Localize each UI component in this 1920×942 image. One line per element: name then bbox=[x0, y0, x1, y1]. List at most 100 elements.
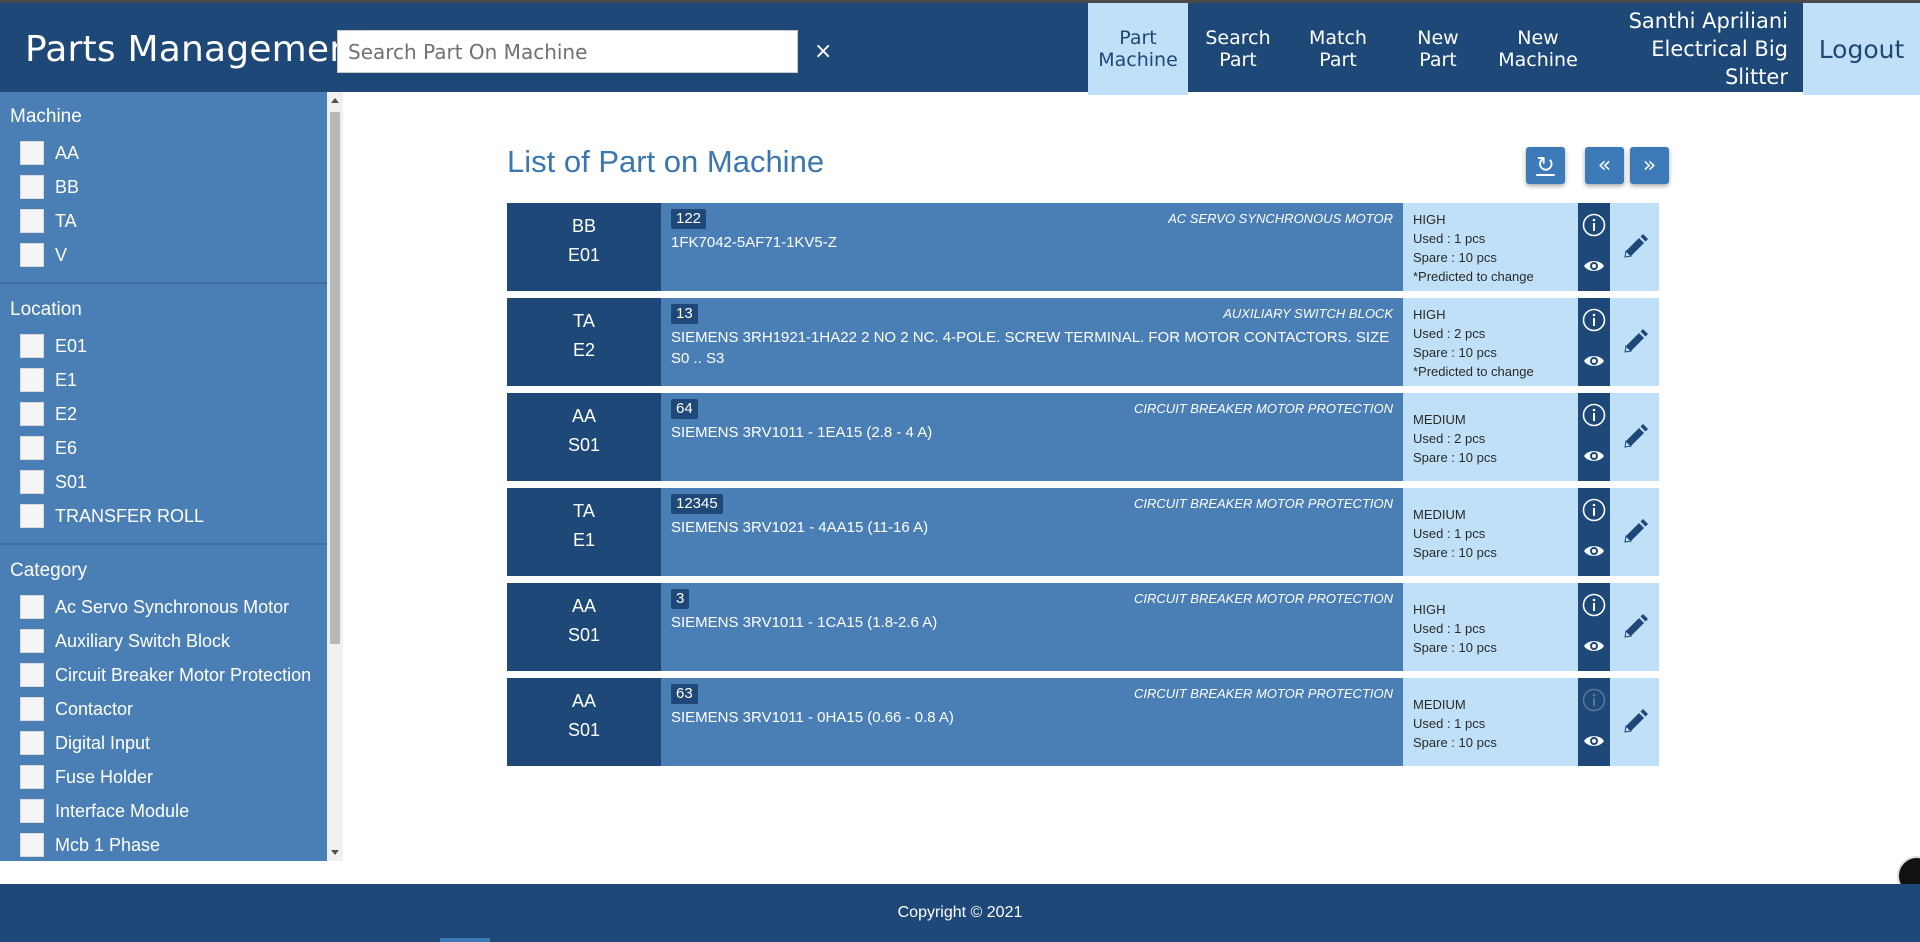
nav-match-part[interactable]: Match Part bbox=[1288, 3, 1388, 95]
part-status-cell: MEDIUM Used : 1 pcs Spare : 10 pcs bbox=[1403, 488, 1578, 576]
filter-category-fuse-holder[interactable]: Fuse Holder bbox=[20, 764, 153, 790]
checkbox[interactable] bbox=[20, 629, 44, 653]
edit-cell[interactable] bbox=[1610, 298, 1659, 386]
eye-icon[interactable] bbox=[1583, 638, 1605, 654]
part-row: AA S01 3 CIRCUIT BREAKER MOTOR PROTECTION… bbox=[507, 583, 1659, 671]
edit-cell[interactable] bbox=[1610, 678, 1659, 766]
eye-icon[interactable] bbox=[1583, 733, 1605, 749]
quantity-badge: 12345 bbox=[671, 494, 723, 514]
priority-label: HIGH bbox=[1413, 212, 1446, 227]
nav-new-machine[interactable]: New Machine bbox=[1488, 3, 1588, 95]
filter-location-e1[interactable]: E1 bbox=[20, 367, 77, 393]
info-icon[interactable] bbox=[1582, 308, 1606, 332]
filter-category-aux-switch[interactable]: Auxiliary Switch Block bbox=[20, 628, 230, 654]
filter-machine-ta[interactable]: TA bbox=[20, 208, 77, 234]
spare-count: Spare : 10 pcs bbox=[1413, 250, 1497, 265]
eye-icon[interactable] bbox=[1583, 353, 1605, 369]
checkbox[interactable] bbox=[20, 663, 44, 687]
pencil-icon[interactable] bbox=[1621, 233, 1649, 261]
checkbox[interactable] bbox=[20, 209, 44, 233]
checkbox[interactable] bbox=[20, 334, 44, 358]
info-icon[interactable] bbox=[1582, 593, 1606, 617]
edit-cell[interactable] bbox=[1610, 583, 1659, 671]
info-icon[interactable] bbox=[1582, 498, 1606, 522]
filter-machine-bb[interactable]: BB bbox=[20, 174, 79, 200]
checkbox[interactable] bbox=[20, 243, 44, 267]
info-icon[interactable] bbox=[1582, 213, 1606, 237]
checkbox[interactable] bbox=[20, 436, 44, 460]
part-description-cell: 63 CIRCUIT BREAKER MOTOR PROTECTION SIEM… bbox=[661, 678, 1403, 766]
filter-location-e2[interactable]: E2 bbox=[20, 401, 77, 427]
part-category: AC SERVO SYNCHRONOUS MOTOR bbox=[1168, 211, 1393, 226]
machine-code: TA bbox=[573, 501, 595, 521]
scrollbar-thumb[interactable] bbox=[330, 112, 340, 644]
checkbox[interactable] bbox=[20, 833, 44, 857]
nav-search-part[interactable]: Search Part bbox=[1188, 3, 1288, 95]
logout-button[interactable]: Logout bbox=[1803, 3, 1920, 95]
filter-location-e6[interactable]: E6 bbox=[20, 435, 77, 461]
checkbox[interactable] bbox=[20, 504, 44, 528]
checkbox[interactable] bbox=[20, 470, 44, 494]
filter-location-transfer-roll[interactable]: TRANSFER ROLL bbox=[20, 503, 204, 529]
checkbox[interactable] bbox=[20, 175, 44, 199]
filter-category-interface-module[interactable]: Interface Module bbox=[20, 798, 189, 824]
nav-new-part[interactable]: New Part bbox=[1388, 3, 1488, 95]
edit-cell[interactable] bbox=[1610, 488, 1659, 576]
user-info: Santhi Apriliani Electrical Big Slitter bbox=[1593, 3, 1788, 95]
scroll-down-arrow-icon[interactable] bbox=[331, 850, 339, 855]
clear-search-button[interactable]: × bbox=[814, 39, 832, 65]
eye-icon[interactable] bbox=[1583, 543, 1605, 559]
pencil-icon[interactable] bbox=[1621, 328, 1649, 356]
pencil-icon[interactable] bbox=[1621, 613, 1649, 641]
nav-part-machine[interactable]: Part Machine bbox=[1088, 3, 1188, 95]
machine-code: AA bbox=[571, 596, 596, 616]
nav-label: Machine bbox=[1498, 49, 1578, 71]
checkbox[interactable] bbox=[20, 799, 44, 823]
filter-machine-v[interactable]: V bbox=[20, 242, 67, 268]
quantity-badge: 64 bbox=[671, 399, 698, 419]
previous-page-button[interactable]: « bbox=[1585, 147, 1624, 184]
eye-icon[interactable] bbox=[1583, 448, 1605, 464]
part-name: 1FK7042-5AF71-1KV5-Z bbox=[671, 234, 837, 251]
location-code: E01 bbox=[567, 245, 601, 265]
checkbox[interactable] bbox=[20, 697, 44, 721]
filter-category-digital-input[interactable]: Digital Input bbox=[20, 730, 150, 756]
edit-cell[interactable] bbox=[1610, 203, 1659, 291]
part-category: CIRCUIT BREAKER MOTOR PROTECTION bbox=[1133, 686, 1393, 701]
filter-category-ac-servo[interactable]: Ac Servo Synchronous Motor bbox=[20, 594, 289, 620]
part-row: TA E1 12345 CIRCUIT BREAKER MOTOR PROTECT… bbox=[507, 488, 1659, 576]
checkbox[interactable] bbox=[20, 595, 44, 619]
footer: Copyright © 2021 bbox=[0, 884, 1920, 942]
next-page-button[interactable]: » bbox=[1630, 147, 1669, 184]
sidebar-scrollbar[interactable] bbox=[327, 92, 343, 861]
checkbox[interactable] bbox=[20, 731, 44, 755]
pencil-icon[interactable] bbox=[1621, 518, 1649, 546]
filter-category-contactor[interactable]: Contactor bbox=[20, 696, 133, 722]
info-icon[interactable] bbox=[1582, 403, 1606, 427]
filter-label: AA bbox=[55, 142, 80, 163]
category-filter-title: Category bbox=[10, 560, 88, 581]
filter-location-e01[interactable]: E01 bbox=[20, 333, 87, 359]
filter-location-s01[interactable]: S01 bbox=[20, 469, 87, 495]
checkbox[interactable] bbox=[20, 765, 44, 789]
eye-icon[interactable] bbox=[1583, 258, 1605, 274]
location-code: E1 bbox=[572, 530, 596, 550]
checkbox[interactable] bbox=[20, 368, 44, 392]
search-input[interactable] bbox=[337, 30, 798, 73]
action-icons-cell bbox=[1578, 678, 1610, 766]
filter-category-circuit-breaker[interactable]: Circuit Breaker Motor Protection bbox=[20, 662, 311, 688]
filter-category-mcb-1-phase[interactable]: Mcb 1 Phase bbox=[20, 832, 160, 858]
machine-cell: TA E1 bbox=[507, 488, 661, 576]
pencil-icon[interactable] bbox=[1621, 423, 1649, 451]
filter-machine-aa[interactable]: AA bbox=[20, 140, 79, 166]
double-chevron-left-icon: « bbox=[1597, 153, 1612, 178]
refresh-button[interactable]: ↻ bbox=[1526, 147, 1565, 184]
checkbox[interactable] bbox=[20, 402, 44, 426]
part-category: AUXILIARY SWITCH BLOCK bbox=[1223, 306, 1393, 321]
scroll-up-arrow-icon[interactable] bbox=[331, 98, 339, 103]
app-title[interactable]: Parts Management bbox=[25, 29, 367, 70]
pencil-icon[interactable] bbox=[1621, 708, 1649, 736]
checkbox[interactable] bbox=[20, 141, 44, 165]
edit-cell[interactable] bbox=[1610, 393, 1659, 481]
machine-cell: AA S01 bbox=[507, 583, 661, 671]
